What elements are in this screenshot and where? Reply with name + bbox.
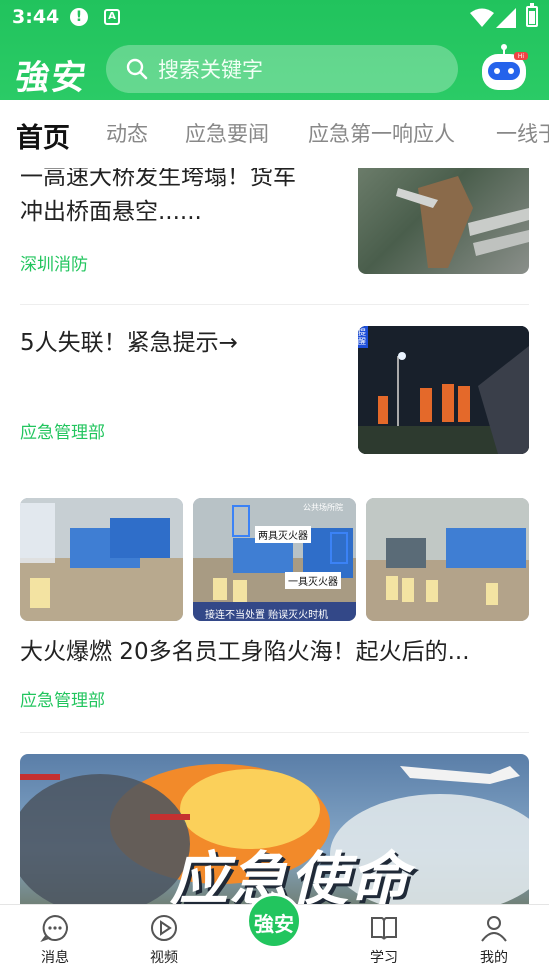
- news-thumbnail-warehouse-3[interactable]: [366, 498, 529, 621]
- user-icon: [481, 916, 507, 942]
- battery-icon: [526, 3, 538, 27]
- news-thumbnail-bridge-collapse[interactable]: [358, 168, 529, 274]
- assistant-robot-icon[interactable]: Hi: [478, 44, 530, 94]
- nav-home-logo[interactable]: 強安: [246, 893, 302, 949]
- nav-label: 消息: [41, 950, 69, 966]
- rescue-image: [358, 326, 529, 454]
- message-icon: [40, 914, 68, 942]
- tab-frontline[interactable]: 一线于: [496, 118, 549, 148]
- nav-video[interactable]: 视频: [129, 913, 199, 967]
- news-source[interactable]: 应急管理部: [20, 686, 105, 711]
- signal-icon: [496, 8, 516, 28]
- news-thumbnail-rescue-night[interactable]: 提醒: [358, 326, 529, 454]
- warehouse-image: [20, 498, 183, 621]
- image-caption: 一具灭火器: [285, 572, 341, 589]
- news-item[interactable]: 两具灭火器 一具灭火器 接连不当处置 贻误灭火时机 公共场所院 大火爆燃 20多…: [20, 498, 529, 728]
- bottom-nav: 消息 视频 強安 学习 我的: [0, 893, 549, 976]
- news-title-line: 冲出桥面悬空......: [20, 199, 202, 225]
- news-feed[interactable]: 一高速大桥发生垮塌！货车 冲出桥面悬空...... 深圳消防 5人失联！紧急提示…: [0, 168, 549, 904]
- tab-emergency-news[interactable]: 应急要闻: [185, 118, 269, 148]
- news-title: 5人失联！紧急提示→: [20, 330, 238, 356]
- image-caption: 接连不当处置 贻误灭火时机: [205, 610, 329, 621]
- svg-text:Hi: Hi: [518, 53, 525, 60]
- book-icon: [371, 917, 397, 940]
- image-caption: 公共场所院: [303, 503, 343, 512]
- news-title: 一高速大桥发生垮塌！货车 冲出桥面悬空......: [20, 168, 340, 230]
- app-root: 3:44 ! A 強安 搜索关键字 Hi 首页 动态 应急要闻 应急第一响应人 …: [0, 0, 549, 976]
- nav-label: 我的: [480, 950, 508, 966]
- nav-label: 学习: [370, 950, 398, 966]
- search-placeholder: 搜索关键字: [158, 58, 263, 82]
- play-icon: [151, 915, 177, 941]
- app-logo[interactable]: 強安: [13, 50, 92, 99]
- alert-icon: !: [70, 8, 88, 26]
- tab-home[interactable]: 首页: [16, 116, 70, 155]
- divider: [20, 732, 529, 733]
- status-time: 3:44: [12, 6, 60, 28]
- nav-study[interactable]: 学习: [349, 913, 419, 967]
- category-tabs: 首页 动态 应急要闻 应急第一响应人 一线于: [0, 100, 549, 168]
- image-caption: 两具灭火器: [255, 526, 311, 543]
- warehouse-image: [366, 498, 529, 621]
- news-item[interactable]: 5人失联！紧急提示→ 应急管理部 提醒: [20, 326, 529, 456]
- search-icon: [126, 58, 148, 80]
- bridge-image: [396, 176, 529, 268]
- news-source[interactable]: 深圳消防: [20, 250, 88, 275]
- nav-label: 视频: [150, 950, 178, 966]
- news-badge: 提醒: [358, 328, 366, 346]
- news-title-line: 一高速大桥发生垮塌！货车: [20, 168, 296, 190]
- news-thumbnail-warehouse-1[interactable]: [20, 498, 183, 621]
- status-bar: 3:44 ! A: [0, 0, 549, 36]
- news-title: 大火爆燃 20多名员工身陷火海！起火后的...: [20, 639, 470, 665]
- tab-news[interactable]: 动态: [106, 118, 148, 148]
- divider: [20, 304, 529, 305]
- news-banner-image[interactable]: 应急使命: [20, 754, 529, 904]
- warehouse-image: [193, 498, 356, 621]
- nav-profile[interactable]: 我的: [459, 913, 529, 967]
- search-input[interactable]: 搜索关键字: [106, 45, 458, 93]
- tab-first-responder[interactable]: 应急第一响应人: [308, 118, 455, 148]
- header-bar: 3:44 ! A 強安 搜索关键字 Hi: [0, 0, 549, 100]
- wifi-icon: [470, 8, 494, 27]
- nav-messages[interactable]: 消息: [20, 913, 90, 967]
- app-notification-icon: A: [104, 9, 120, 25]
- news-source[interactable]: 应急管理部: [20, 418, 105, 443]
- banner-title: 应急使命: [170, 845, 411, 904]
- news-item[interactable]: 一高速大桥发生垮塌！货车 冲出桥面悬空...... 深圳消防: [20, 168, 529, 290]
- news-thumbnail-warehouse-2[interactable]: 两具灭火器 一具灭火器 接连不当处置 贻误灭火时机 公共场所院: [193, 498, 356, 621]
- news-item-banner[interactable]: 应急使命: [20, 754, 529, 904]
